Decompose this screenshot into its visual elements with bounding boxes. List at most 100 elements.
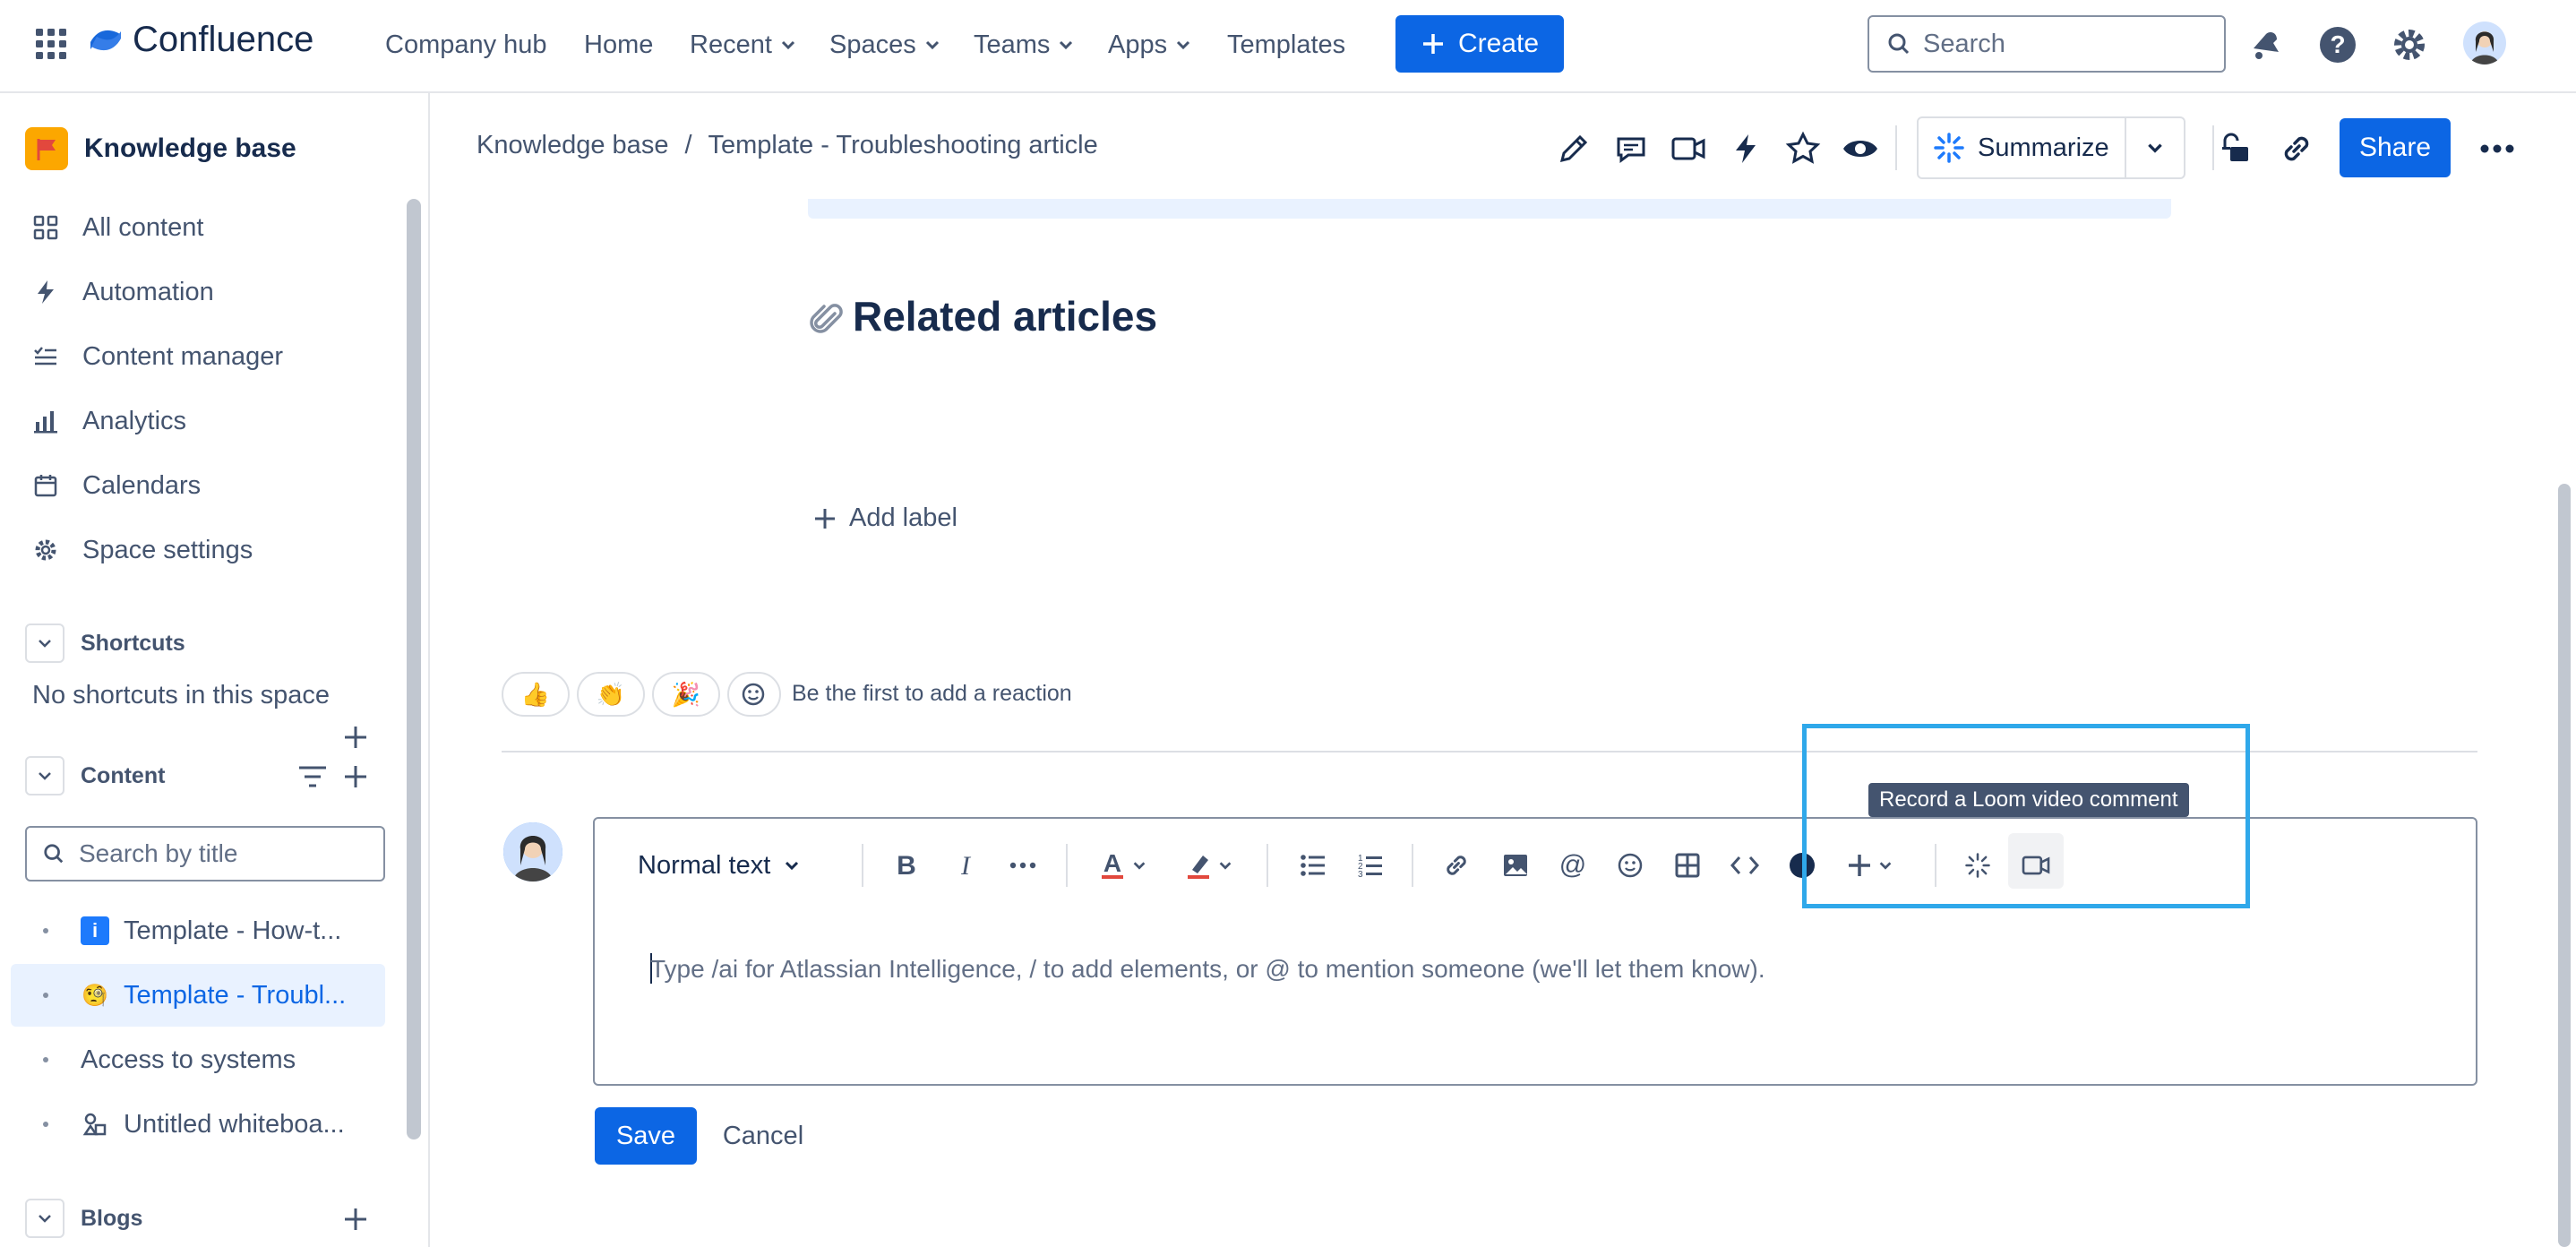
- filter-icon[interactable]: [297, 763, 328, 790]
- collapse-shortcuts-button[interactable]: [25, 624, 64, 663]
- tree-bullet: [43, 1122, 48, 1127]
- breadcrumb-space-link[interactable]: Knowledge base: [477, 131, 668, 160]
- numbered-list-icon[interactable]: 123: [1351, 846, 1390, 885]
- edit-pencil-icon[interactable]: [1554, 129, 1593, 168]
- sidebar-item-space-settings[interactable]: Space settings: [32, 530, 253, 570]
- loom-video-icon[interactable]: [1669, 129, 1708, 168]
- space-header[interactable]: Knowledge base: [25, 127, 296, 170]
- blogs-section-header: Blogs: [25, 1199, 142, 1238]
- reaction-clap[interactable]: 👏: [577, 672, 645, 717]
- sidebar-item-content-manager[interactable]: Content manager: [32, 337, 283, 376]
- reaction-prompt: Be the first to add a reaction: [792, 681, 1072, 706]
- shortcuts-title: Shortcuts: [81, 630, 185, 656]
- tree-item-template-troubleshooting[interactable]: 🧐 Template - Troubl...: [11, 964, 385, 1027]
- reaction-thumbs-up[interactable]: 👍: [502, 672, 570, 717]
- sidebar-item-label: Automation: [82, 277, 214, 306]
- chevron-down-icon: [39, 1215, 51, 1223]
- bold-icon[interactable]: B: [887, 846, 926, 885]
- italic-icon[interactable]: I: [946, 846, 985, 885]
- add-label-button[interactable]: Add label: [813, 503, 957, 533]
- nav-spaces[interactable]: Spaces: [829, 27, 941, 63]
- emoji-icon[interactable]: [1610, 846, 1650, 885]
- chevron-down-icon: [39, 640, 51, 648]
- restrictions-lock-icon[interactable]: [2216, 129, 2255, 168]
- text-style-dropdown[interactable]: Normal text: [638, 846, 801, 885]
- add-reaction-button[interactable]: [727, 672, 781, 717]
- notifications-icon[interactable]: [2246, 25, 2286, 64]
- chevron-down-icon: [925, 40, 939, 50]
- whiteboard-icon: [81, 1110, 109, 1139]
- more-formatting-icon[interactable]: [1003, 846, 1043, 885]
- nav-apps[interactable]: Apps: [1108, 27, 1192, 63]
- mention-icon[interactable]: @: [1553, 846, 1593, 885]
- sidebar-item-calendars[interactable]: Calendars: [32, 466, 201, 505]
- link-icon[interactable]: [1437, 846, 1476, 885]
- tree-item-untitled-whiteboard[interactable]: Untitled whiteboa...: [11, 1093, 385, 1156]
- summarize-button[interactable]: Summarize: [1917, 116, 2185, 179]
- nav-label: Company hub: [385, 30, 547, 59]
- collapse-content-button[interactable]: [25, 756, 64, 796]
- search-input[interactable]: Search: [1868, 15, 2226, 73]
- cancel-button[interactable]: Cancel: [708, 1107, 819, 1165]
- comment-icon[interactable]: [1611, 129, 1651, 168]
- blogs-title: Blogs: [81, 1205, 143, 1231]
- tree-bullet: [43, 1057, 48, 1062]
- nav-teams[interactable]: Teams: [974, 27, 1075, 63]
- tree-item-template-how-to[interactable]: i Template - How-t...: [11, 899, 385, 962]
- nav-home[interactable]: Home: [584, 27, 653, 63]
- svg-text:@: @: [1559, 851, 1586, 880]
- star-icon[interactable]: [1783, 129, 1823, 168]
- bullet-list-icon[interactable]: [1293, 846, 1333, 885]
- loom-tooltip: Record a Loom video comment: [1868, 783, 2189, 817]
- sidebar-item-analytics[interactable]: Analytics: [32, 401, 186, 441]
- tree-item-access-to-systems[interactable]: Access to systems: [11, 1028, 385, 1091]
- nav-label: Teams: [974, 30, 1051, 59]
- more-actions-icon[interactable]: [2477, 129, 2517, 168]
- table-icon[interactable]: [1668, 846, 1707, 885]
- reaction-party[interactable]: 🎉: [652, 672, 720, 717]
- svg-text:B: B: [897, 852, 916, 879]
- breadcrumb-page-link[interactable]: Template - Troubleshooting article: [708, 131, 1098, 160]
- add-shortcut-icon[interactable]: [342, 724, 369, 751]
- content-title: Content: [81, 762, 166, 788]
- sidebar-item-all-content[interactable]: All content: [32, 208, 203, 247]
- save-button[interactable]: Save: [595, 1107, 697, 1165]
- text-color-icon[interactable]: A: [1095, 846, 1152, 885]
- search-icon: [44, 844, 64, 864]
- chevron-down-icon: [2148, 143, 2162, 153]
- sidebar-scrollbar[interactable]: [407, 199, 421, 1140]
- editor-placeholder[interactable]: Type /ai for Atlassian Intelligence, / t…: [650, 955, 1765, 984]
- sidebar-item-label: Analytics: [82, 406, 187, 435]
- summarize-main[interactable]: Summarize: [1919, 132, 2125, 164]
- nav-templates[interactable]: Templates: [1227, 27, 1345, 63]
- create-button[interactable]: Create: [1395, 15, 1564, 73]
- sidebar-item-automation[interactable]: Automation: [32, 272, 214, 312]
- watch-eye-icon[interactable]: [1841, 129, 1880, 168]
- help-icon[interactable]: ?: [2318, 25, 2357, 64]
- code-icon[interactable]: [1725, 846, 1765, 885]
- highlight-color-icon[interactable]: [1181, 846, 1238, 885]
- confluence-logo[interactable]: Confluence: [88, 20, 313, 60]
- automation-lightning-icon[interactable]: [1726, 129, 1765, 168]
- toolbar-separator: [1267, 844, 1268, 887]
- image-icon[interactable]: [1496, 846, 1535, 885]
- nav-recent[interactable]: Recent: [690, 27, 797, 63]
- add-blog-icon[interactable]: [342, 1206, 369, 1233]
- checklist-icon: [34, 347, 56, 366]
- copy-link-icon[interactable]: [2277, 129, 2316, 168]
- search-by-title-input[interactable]: Search by title: [25, 826, 385, 882]
- add-content-icon[interactable]: [342, 763, 369, 790]
- collapse-blogs-button[interactable]: [25, 1199, 64, 1238]
- settings-gear-icon[interactable]: [2390, 25, 2429, 64]
- app-name: Confluence: [133, 20, 314, 59]
- bar-chart-icon: [34, 411, 57, 434]
- nav-company-hub[interactable]: Company hub: [385, 27, 547, 63]
- user-avatar[interactable]: [2463, 22, 2506, 64]
- summarize-dropdown[interactable]: [2126, 138, 2184, 158]
- toolbar-separator: [862, 844, 863, 887]
- nav-label: Apps: [1108, 30, 1168, 59]
- main-scrollbar[interactable]: [2558, 484, 2571, 1247]
- app-switcher-icon[interactable]: [34, 27, 68, 61]
- share-button[interactable]: Share: [2340, 118, 2451, 177]
- emoji-add-icon: [742, 683, 765, 706]
